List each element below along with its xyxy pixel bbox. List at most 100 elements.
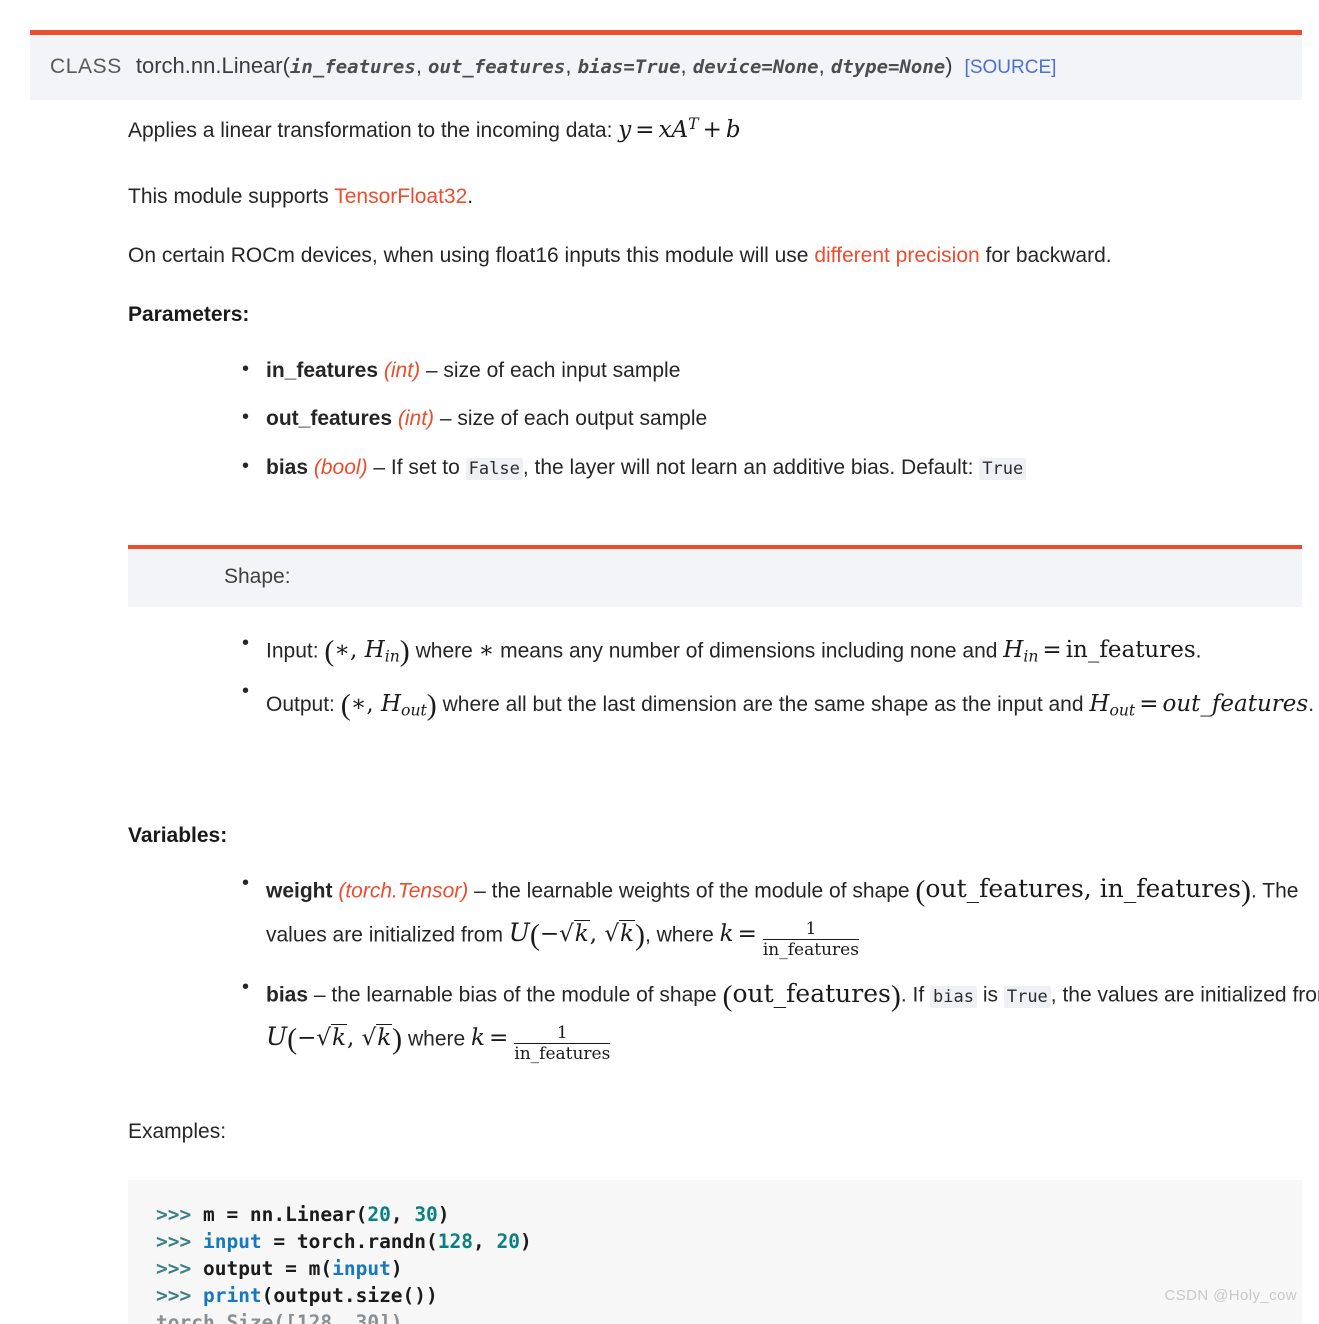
parameters-heading: Parameters: xyxy=(128,303,250,326)
signature-sep-1: , xyxy=(415,53,429,78)
shape-heading: Shape: xyxy=(224,565,291,588)
bias-init-text: from xyxy=(1292,983,1319,1007)
code-token: = torch.randn( xyxy=(261,1229,438,1253)
shape-input-equality: Hin = in_features xyxy=(1003,637,1196,666)
tensorfloat32-link[interactable]: TensorFloat32 xyxy=(334,185,467,208)
shape-output-tuple: (∗, Hout) xyxy=(340,688,437,722)
example-code-block[interactable]: >>> m = nn.Linear(20, 30) >>> input = to… xyxy=(128,1180,1302,1324)
code-token: torch.Size([128, 30]) xyxy=(156,1310,403,1324)
code-token: 20 xyxy=(367,1203,391,1226)
code-token: ) xyxy=(390,1256,403,1280)
code-prompt: >>> xyxy=(156,1203,203,1226)
param-desc-in-features: – size of each input sample xyxy=(420,359,681,382)
tf32-prefix-text: This module supports xyxy=(128,185,335,208)
shape-output-value: out_features xyxy=(1162,690,1309,717)
variables-heading: Variables: xyxy=(128,824,228,847)
linear-formula: y = xAT + b xyxy=(618,114,741,143)
parameters-list: in_features (int) – size of each input s… xyxy=(240,355,1319,501)
param-code-true: True xyxy=(979,457,1027,480)
weight-k-definition: k = 1 in_features xyxy=(719,919,859,961)
parameter-item-in-features: in_features (int) – size of each input s… xyxy=(242,355,1319,386)
shape-input-star2: ∗ xyxy=(478,637,495,664)
class-signature-line: CLASS torch.nn.Linear(in_features, out_fe… xyxy=(50,53,1282,80)
bias-shape-math: (out_features) xyxy=(722,978,901,1013)
code-token: output = m( xyxy=(202,1256,333,1280)
shape-output-mid: where all but the last dimension are the… xyxy=(436,692,1090,716)
parameter-item-bias: bias (bool) – If set to False, the layer… xyxy=(242,452,1319,483)
param-type-in-features: (int) xyxy=(383,359,421,382)
param-code-false: False xyxy=(465,457,523,480)
code-token: print xyxy=(202,1283,262,1307)
code-token: input xyxy=(332,1256,391,1280)
param-name-bias: bias xyxy=(266,455,309,479)
tensorfloat32-paragraph: This module supports TensorFloat32. xyxy=(128,182,473,212)
shape-item-input: Input: (∗, Hin) where ∗ means any number… xyxy=(242,629,1319,674)
bias-where-text: where xyxy=(402,1027,472,1051)
param-name-out-features: out_features xyxy=(266,407,393,431)
bias-is-text: is xyxy=(977,983,1004,1007)
variable-item-bias: bias – the learnable bias of the module … xyxy=(242,973,1319,1065)
shape-input-label: Input: xyxy=(266,639,325,663)
bias-after-shape-text: . If xyxy=(900,983,931,1007)
weight-shape-math: (out_features, in_features) xyxy=(915,874,1251,908)
code-token: 128 xyxy=(437,1229,474,1253)
variable-item-weight: weight (torch.Tensor) – the learnable we… xyxy=(242,869,1319,961)
rocm-prefix-text: On certain ROCm devices, when using floa… xyxy=(128,244,815,267)
examples-heading: Examples: xyxy=(128,1120,227,1143)
rocm-suffix-text: for backward. xyxy=(979,244,1112,267)
code-token: (output.size()) xyxy=(261,1283,438,1307)
param-type-out-features: (int) xyxy=(397,407,435,431)
variable-name-weight: weight xyxy=(266,879,333,903)
code-token: 20 xyxy=(496,1229,520,1253)
variable-desc-bias: – the learnable bias of the module of sh… xyxy=(308,983,723,1007)
class-keyword: CLASS xyxy=(50,55,122,78)
signature-param-device: device=None xyxy=(692,56,819,78)
variable-type-weight: (torch.Tensor) xyxy=(338,879,469,903)
tf32-suffix-text: . xyxy=(467,185,474,208)
shape-output-label: Output: xyxy=(266,692,341,716)
signature-param-out-features: out_features xyxy=(428,56,566,78)
variable-name-bias: bias xyxy=(266,983,309,1007)
code-token: ) xyxy=(519,1229,532,1253)
shape-input-mid2: means any number of dimensions including… xyxy=(494,639,1004,663)
signature-sep-3: , xyxy=(680,53,693,78)
shape-admonition-block: Shape: xyxy=(128,545,1302,607)
shape-output-period: . xyxy=(1308,692,1315,716)
watermark-label: CSDN @Holy_cow xyxy=(1164,1287,1297,1304)
source-link[interactable]: [SOURCE] xyxy=(965,57,1057,78)
bias-init-distribution: U(−√k, √k) xyxy=(266,1022,403,1056)
weight-init-distribution: U(−√k, √k) xyxy=(508,917,645,952)
signature-open-paren: ( xyxy=(282,53,290,78)
param-name-in-features: in_features xyxy=(266,359,379,382)
shape-output-equality: Hout = xyxy=(1089,690,1159,719)
signature-param-bias: bias=True xyxy=(577,56,681,78)
code-token: ) xyxy=(437,1203,450,1226)
code-token: , xyxy=(390,1203,415,1226)
variables-list: weight (torch.Tensor) – the learnable we… xyxy=(240,869,1319,1065)
parameter-item-out-features: out_features (int) – size of each output… xyxy=(242,403,1319,434)
signature-sep-4: , xyxy=(818,53,831,78)
code-token: , xyxy=(473,1229,497,1253)
shape-input-period: . xyxy=(1195,639,1202,663)
different-precision-link[interactable]: different precision xyxy=(814,244,979,267)
param-type-bias: (bool) xyxy=(313,455,368,479)
param-desc-bias-1: – If set to xyxy=(367,455,466,479)
example-code-text: >>> m = nn.Linear(20, 30) >>> input = to… xyxy=(156,1202,1302,1324)
class-signature-block: CLASS torch.nn.Linear(in_features, out_fe… xyxy=(30,30,1302,100)
weight-shape-period: . xyxy=(1250,879,1257,903)
description-paragraph: Applies a linear transformation to the i… xyxy=(128,113,741,147)
signature-sep-2: , xyxy=(565,53,578,78)
code-prompt: >>> xyxy=(156,1229,203,1253)
bias-code-true: True xyxy=(1003,985,1051,1008)
param-desc-bias-2: , the layer will not learn an additive b… xyxy=(522,455,980,479)
code-token: input xyxy=(202,1229,262,1253)
variable-desc-weight: – the learnable weights of the module of… xyxy=(468,879,916,903)
code-prompt: >>> xyxy=(156,1283,203,1307)
code-prompt: >>> xyxy=(156,1256,203,1280)
class-qualified-name: torch.nn.Linear xyxy=(135,53,283,78)
bias-tail-text: , the values are initialized xyxy=(1050,983,1287,1007)
shape-item-output: Output: (∗, Hout) where all but the last… xyxy=(242,676,1319,727)
param-desc-out-features: – size of each output sample xyxy=(434,407,708,431)
description-text: Applies a linear transformation to the i… xyxy=(128,118,619,142)
bias-k-definition: k = 1 in_features xyxy=(471,1023,611,1065)
